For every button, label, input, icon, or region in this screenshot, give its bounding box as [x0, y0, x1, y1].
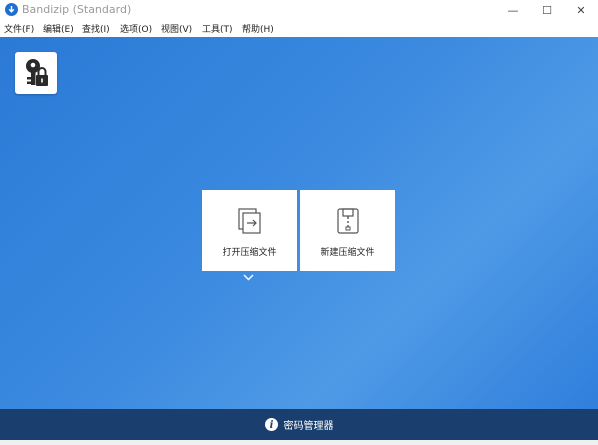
- password-tool-button[interactable]: [15, 52, 57, 94]
- window-bottom-edge: [0, 440, 598, 445]
- menu-help[interactable]: 帮助(H): [242, 22, 274, 35]
- password-manager-bar[interactable]: i 密码管理器: [0, 409, 598, 440]
- menu-tools[interactable]: 工具(T): [202, 22, 233, 35]
- window-title: Bandizip (Standard): [22, 3, 132, 16]
- new-archive-label: 新建压缩文件: [320, 248, 375, 258]
- new-archive-card[interactable]: 新建压缩文件: [300, 190, 395, 271]
- svg-text:i: i: [269, 420, 273, 431]
- open-archive-card[interactable]: 打开压缩文件: [202, 190, 297, 271]
- menu-options[interactable]: 选项(O): [120, 22, 152, 35]
- new-archive-icon: [336, 208, 359, 234]
- minimize-button[interactable]: —: [496, 0, 530, 20]
- close-icon: ✕: [576, 3, 586, 17]
- menu-file[interactable]: 文件(F): [4, 22, 34, 35]
- menu-find[interactable]: 查找(I): [82, 22, 110, 35]
- minimize-icon: —: [507, 3, 519, 17]
- bandizip-app-icon[interactable]: [5, 3, 18, 16]
- menu-view[interactable]: 视图(V): [161, 22, 192, 35]
- info-icon: i: [264, 418, 278, 431]
- menu-edit[interactable]: 编辑(E): [43, 22, 74, 35]
- maximize-icon: ☐: [542, 3, 552, 17]
- maximize-button[interactable]: ☐: [530, 0, 564, 20]
- password-manager-label: 密码管理器: [283, 421, 334, 432]
- key-lock-icon: [26, 59, 48, 86]
- open-archive-icon: [237, 208, 261, 234]
- chevron-down-icon[interactable]: [243, 274, 254, 281]
- open-archive-label: 打开压缩文件: [222, 248, 277, 258]
- title-bar: Bandizip (Standard) — ☐ ✕: [0, 0, 598, 20]
- close-button[interactable]: ✕: [564, 0, 598, 20]
- menu-bar: 文件(F) 编辑(E) 查找(I) 选项(O) 视图(V) 工具(T) 帮助(H…: [0, 20, 598, 37]
- main-area: [0, 37, 598, 409]
